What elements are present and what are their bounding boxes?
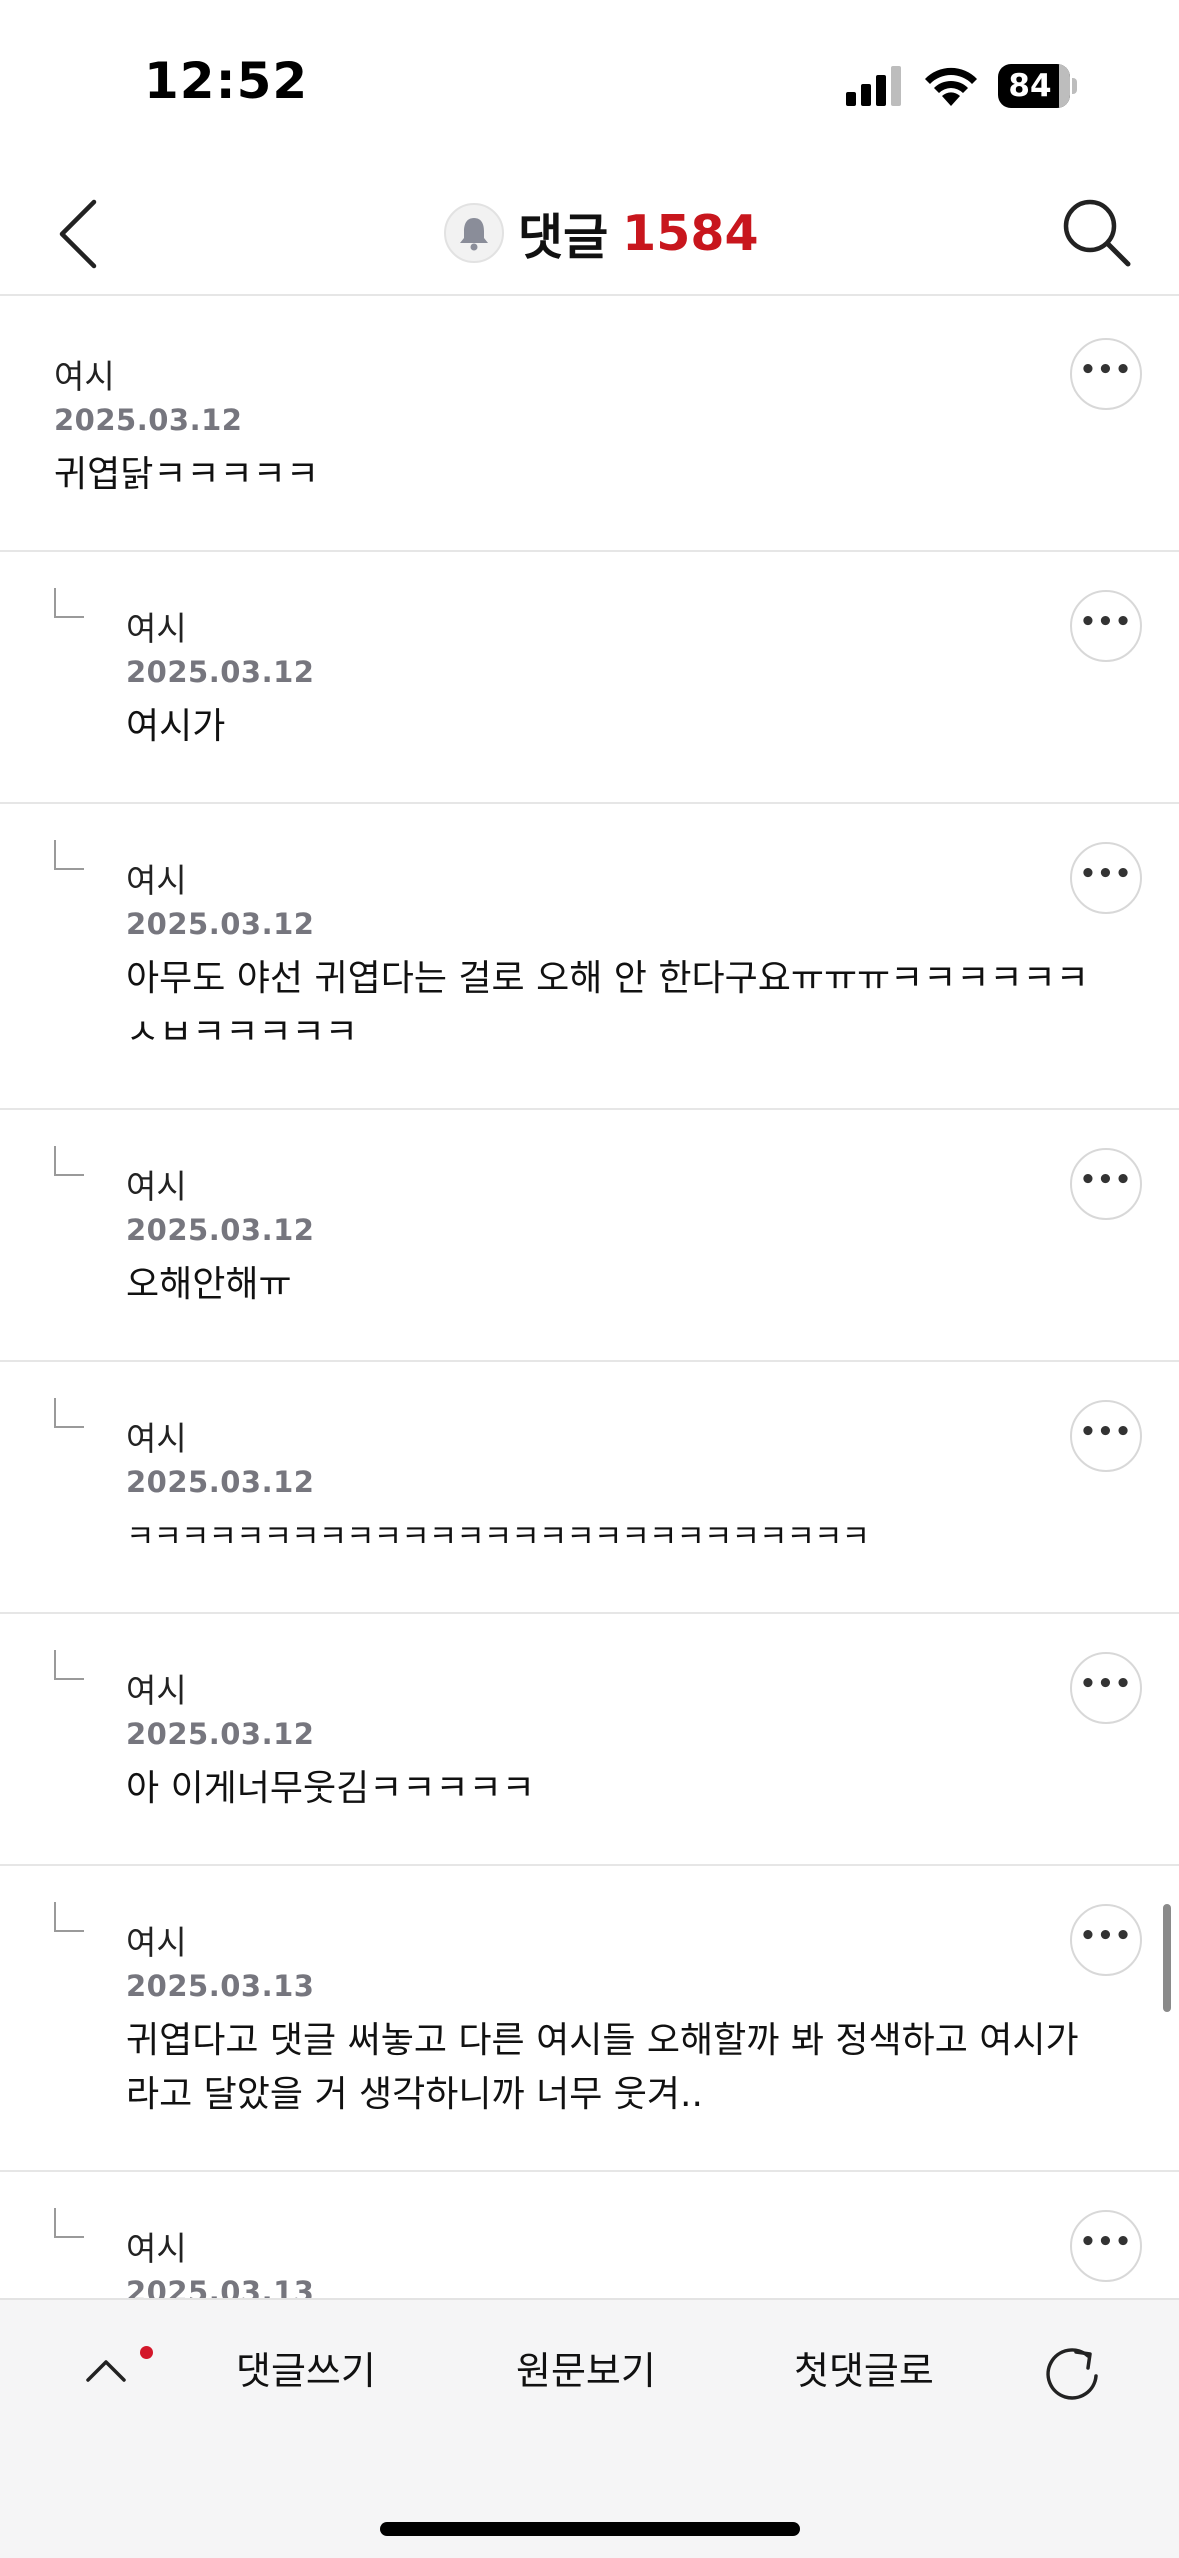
comment-author: 여시 (54, 357, 115, 396)
notification-dot (140, 2346, 153, 2359)
reply-icon (54, 1398, 84, 1428)
reply-item: 여시 2025.03.12 아 이게너무웃김ㅋㅋㅋㅋㅋ ••• (0, 1614, 1179, 1866)
reply-icon (54, 1902, 84, 1932)
comment-date: 2025.03.12 (126, 1213, 315, 1247)
comment-body: ㅋㅋㅋㅋㅋㅋㅋㅋㅋㅋㅋㅋㅋㅋㅋㅋㅋㅋㅋㅋㅋㅋㅋㅋㅋㅋㅋ (126, 1519, 870, 1555)
more-options-button[interactable]: ••• (1070, 1400, 1142, 1472)
nav-bar: 댓글 1584 (0, 170, 1179, 296)
more-icon: ••• (1079, 1417, 1133, 1447)
reply-item: 여시 2025.03.12 아무도 야선 귀엽다는 걸로 오해 안 한다구요ㅠㅠ… (0, 804, 1179, 1110)
comment-body: 오해안해ㅠ (126, 1264, 292, 1305)
page-title: 댓글 (518, 208, 609, 266)
comment-date: 2025.03.13 (126, 2275, 315, 2298)
more-icon: ••• (1079, 2227, 1133, 2257)
refresh-icon[interactable] (1036, 2338, 1108, 2410)
more-options-button[interactable]: ••• (1070, 842, 1142, 914)
more-options-button[interactable]: ••• (1070, 2210, 1142, 2282)
comment-author: 여시 (126, 2229, 187, 2268)
more-options-button[interactable]: ••• (1070, 1148, 1142, 1220)
status-bar: 12:52 84 (0, 0, 1179, 170)
cellular-signal-icon (846, 66, 901, 106)
more-options-button[interactable]: ••• (1070, 590, 1142, 662)
reply-icon (54, 840, 84, 870)
notification-bell-button[interactable] (444, 203, 504, 263)
view-original-button[interactable]: 원문보기 (516, 2336, 656, 2406)
more-icon: ••• (1079, 1921, 1133, 1951)
battery-indicator: 84 (998, 64, 1077, 108)
reply-icon (54, 2208, 84, 2238)
battery-level: 84 (1008, 68, 1052, 104)
write-comment-button[interactable]: 댓글쓰기 (236, 2336, 376, 2406)
comment-list[interactable]: 여시 2025.03.12 귀엽닭ㅋㅋㅋㅋㅋ ••• 여시 2025.03.12… (0, 296, 1179, 2298)
comment-date: 2025.03.12 (54, 403, 243, 437)
status-time: 12:52 (144, 52, 309, 110)
more-options-button[interactable]: ••• (1070, 1652, 1142, 1724)
more-icon: ••• (1079, 1165, 1133, 1195)
first-comment-button[interactable]: 첫댓글로 (794, 2336, 934, 2406)
comment-author: 여시 (126, 609, 187, 648)
comment-author: 여시 (126, 861, 187, 900)
reply-item: 여시 2025.03.12 오해안해ㅠ ••• (0, 1110, 1179, 1362)
wifi-icon (925, 67, 977, 106)
more-icon: ••• (1079, 355, 1133, 385)
more-options-button[interactable]: ••• (1070, 338, 1142, 410)
reply-icon (54, 1650, 84, 1680)
scrollbar-thumb[interactable] (1163, 1904, 1171, 2012)
reply-item: 여시 2025.03.13 귀엽다고 댓글 써놓고 다른 여시들 오해할까 봐 … (0, 1866, 1179, 2172)
reply-item: 여시 2025.03.12 여시가 ••• (0, 552, 1179, 804)
reply-icon (54, 1146, 84, 1176)
bell-icon (460, 218, 488, 251)
more-icon: ••• (1079, 859, 1133, 889)
comment-date: 2025.03.12 (126, 907, 315, 941)
search-icon[interactable] (1058, 192, 1134, 272)
more-options-button[interactable]: ••• (1070, 1904, 1142, 1976)
comment-body: 여시가 (126, 706, 226, 747)
comment-author: 여시 (126, 1923, 187, 1962)
comment-body: 귀엽닭ㅋㅋㅋㅋㅋ (54, 454, 319, 495)
comment-item: 여시 2025.03.12 귀엽닭ㅋㅋㅋㅋㅋ ••• (0, 296, 1179, 552)
comment-author: 여시 (126, 1419, 187, 1458)
bottom-toolbar: 댓글쓰기 원문보기 첫댓글로 (0, 2298, 1179, 2558)
more-icon: ••• (1079, 607, 1133, 637)
reply-item: 여시 2025.03.12 ㅋㅋㅋㅋㅋㅋㅋㅋㅋㅋㅋㅋㅋㅋㅋㅋㅋㅋㅋㅋㅋㅋㅋㅋㅋㅋ… (0, 1362, 1179, 1614)
comment-body: 아무도 야선 귀엽다는 걸로 오해 안 한다구요ㅠㅠㅠㅋㅋㅋㅋㅋㅋ ㅅㅂㅋㅋㅋㅋ… (126, 958, 1089, 1053)
comment-body: 귀엽다고 댓글 써놓고 다른 여시들 오해할까 봐 정색하고 여시가 라고 달았… (126, 2020, 1079, 2115)
chevron-up-icon[interactable] (76, 2340, 136, 2400)
comment-author: 여시 (126, 1671, 187, 1710)
comment-date: 2025.03.13 (126, 1969, 315, 2003)
comment-date: 2025.03.12 (126, 1717, 315, 1751)
comment-date: 2025.03.12 (126, 1465, 315, 1499)
comment-count: 1584 (622, 204, 759, 262)
home-indicator (380, 2522, 800, 2536)
comment-date: 2025.03.12 (126, 655, 315, 689)
more-icon: ••• (1079, 1669, 1133, 1699)
reply-icon (54, 588, 84, 618)
back-icon[interactable] (42, 188, 114, 280)
comment-author: 여시 (126, 1167, 187, 1206)
page-title-group: 댓글 1584 (444, 198, 759, 268)
comment-body: 아 이게너무웃김ㅋㅋㅋㅋㅋ (126, 1768, 535, 1809)
reply-item: 여시 2025.03.13 ••• (0, 2172, 1179, 2298)
